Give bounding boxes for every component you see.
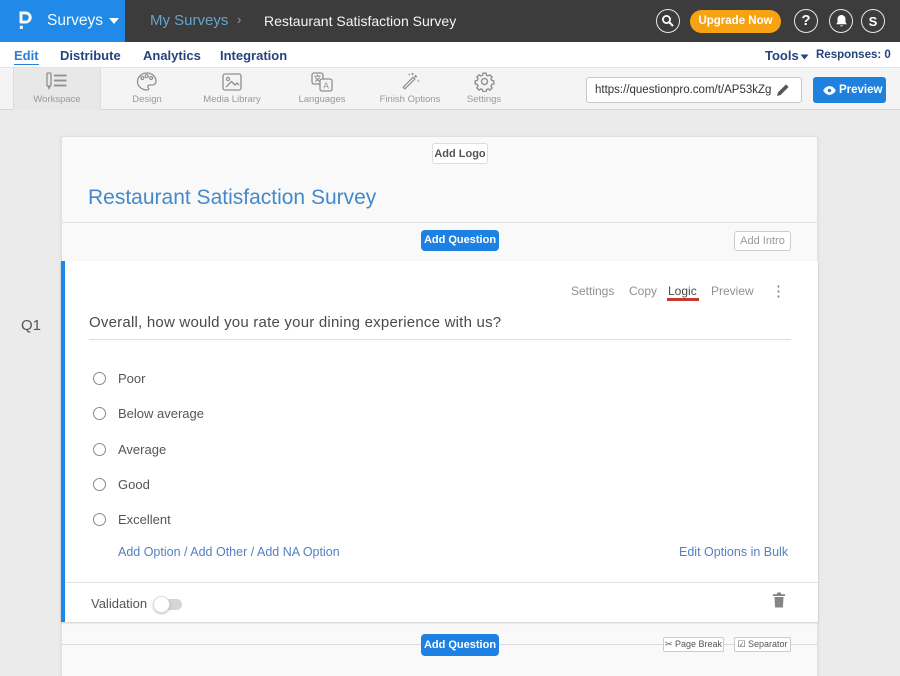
- svg-text:A: A: [323, 81, 329, 91]
